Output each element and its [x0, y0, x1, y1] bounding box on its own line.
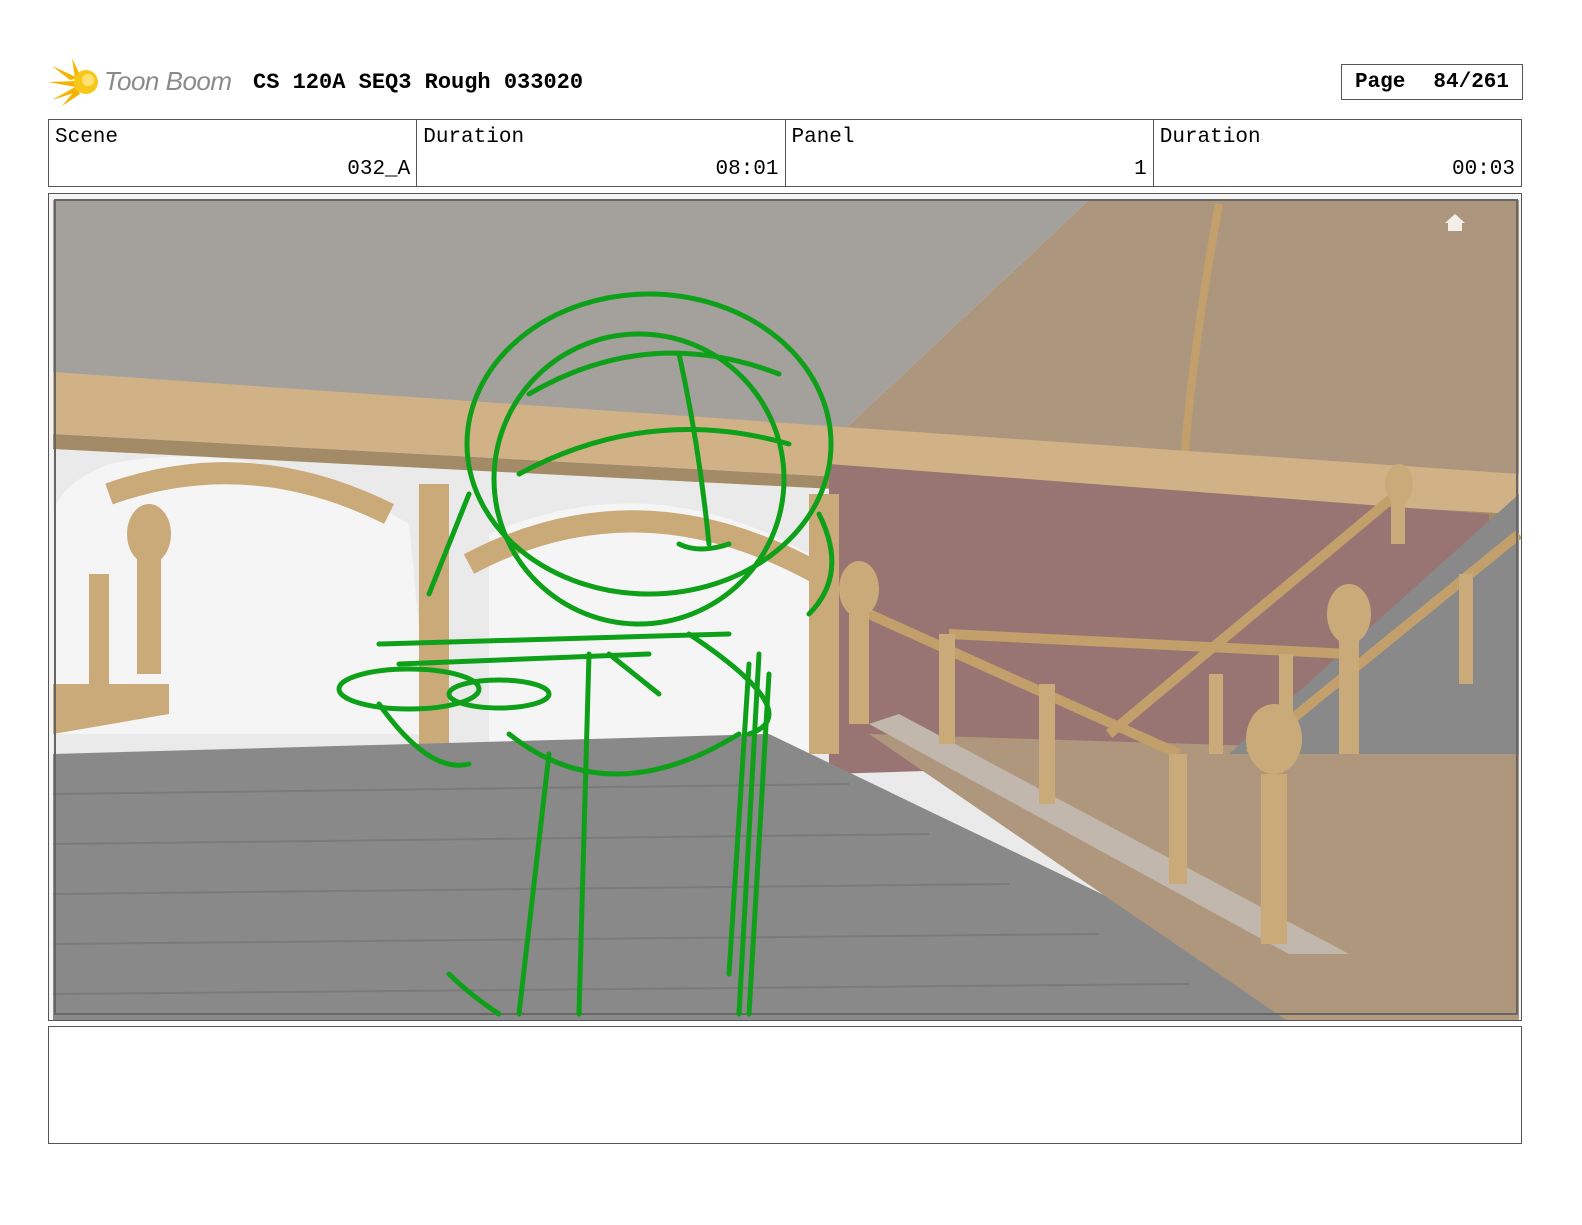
panel-wash [53, 200, 1519, 1014]
scene-info-row: Scene 032_A Duration 08:01 Panel 1 Durat… [48, 119, 1522, 187]
starburst-icon [48, 58, 98, 106]
panel-label: Panel [791, 126, 855, 149]
panel-cell: Panel 1 [784, 120, 1153, 186]
scene-label: Scene [55, 126, 119, 149]
page-number: 84/261 [1433, 70, 1510, 94]
panel-duration-value: 00:03 [1451, 158, 1515, 181]
panel-artwork [49, 194, 1521, 1020]
scene-cell: Scene 032_A [49, 120, 416, 186]
scene-duration-cell: Duration 08:01 [416, 120, 784, 186]
toon-boom-logo: Toon Boom [48, 56, 248, 108]
page-label: Page [1354, 70, 1406, 94]
page-indicator: Page 84/261 [1341, 64, 1523, 100]
scene-duration-value: 08:01 [715, 158, 779, 181]
panel-value: 1 [1134, 158, 1147, 181]
notes-box [48, 1026, 1522, 1144]
scene-duration-label: Duration [423, 126, 525, 149]
panel-duration-label: Duration [1159, 126, 1261, 149]
logo-text: Toon Boom [104, 66, 232, 96]
scene-value: 032_A [347, 158, 411, 181]
panel-duration-cell: Duration 00:03 [1152, 120, 1521, 186]
document-title: CS 120A SEQ3 Rough 033020 [253, 70, 584, 95]
storyboard-panel [48, 193, 1522, 1021]
page-header: Toon Boom CS 120A SEQ3 Rough 033020 Page… [48, 56, 1523, 112]
